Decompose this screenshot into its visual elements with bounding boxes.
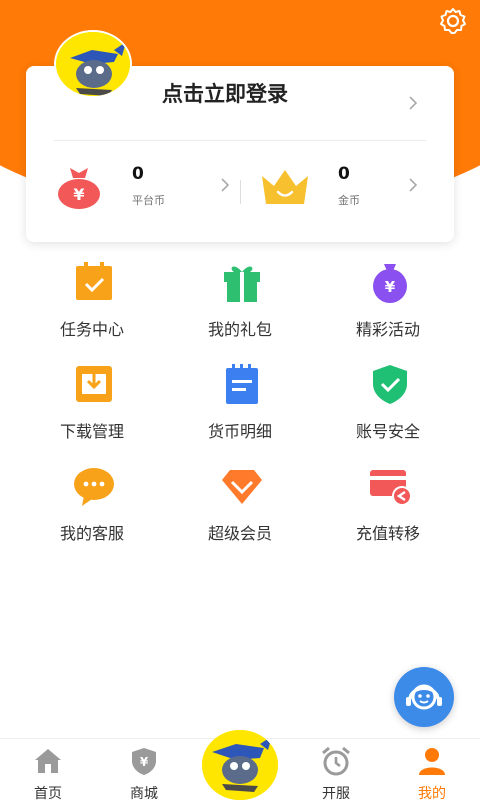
money-bag-icon: ¥ (58, 168, 100, 209)
chevron-right-icon (409, 178, 418, 192)
card-divider (54, 140, 426, 141)
svg-text:¥: ¥ (140, 755, 149, 769)
platform-coin-value: 0 (132, 164, 144, 184)
menu-item-label: 下载管理 (59, 422, 124, 441)
menu-item-label: 任务中心 (59, 320, 124, 339)
menu-item-label: 我的客服 (59, 524, 124, 543)
tab-label: 商城 (130, 786, 158, 800)
profile-page: 点击立即登录 ¥ 0 平台币 0 金币 任务中心 我的礼包 ¥ 精彩活动 下载管… (0, 0, 480, 800)
diamond-icon (222, 470, 262, 504)
menu-item-account-security[interactable]: 账号安全 (318, 360, 458, 452)
menu-item-recharge-transfer[interactable]: 充值转移 (318, 462, 458, 554)
alarm-clock-icon (322, 746, 350, 776)
menu-item-download-manager[interactable]: 下载管理 (22, 360, 162, 452)
menu-item-label: 精彩活动 (355, 320, 420, 339)
gold-coin-item[interactable]: 0 金币 (240, 158, 454, 218)
yen-bag-icon: ¥ (373, 264, 407, 303)
platform-coin-item[interactable]: ¥ 0 平台币 (26, 158, 240, 218)
platform-coin-label: 平台币 (132, 194, 165, 207)
gear-icon[interactable] (438, 6, 468, 36)
customer-service-button[interactable] (394, 667, 454, 727)
gold-coin-value: 0 (338, 164, 350, 184)
card-transfer-icon (370, 470, 412, 506)
menu-item-label: 货币明细 (207, 422, 272, 441)
tab-home[interactable]: 首页 (0, 739, 96, 800)
notepad-icon (226, 364, 258, 404)
menu-item-activities[interactable]: ¥ 精彩活动 (318, 258, 458, 350)
tab-label: 开服 (322, 786, 350, 800)
shop-shield-icon: ¥ (132, 748, 156, 775)
menu-item-super-vip[interactable]: 超级会员 (170, 462, 310, 554)
menu-item-label: 我的礼包 (207, 320, 272, 339)
login-label[interactable]: 点击立即登录 (162, 78, 288, 108)
crown-icon (262, 170, 308, 204)
home-icon (35, 749, 61, 773)
shield-check-icon (373, 365, 407, 404)
center-mascot-button[interactable] (202, 730, 278, 800)
menu-item-currency-details[interactable]: 货币明细 (170, 360, 310, 452)
chevron-right-icon (221, 178, 230, 192)
menu-item-label: 账号安全 (355, 422, 420, 441)
tab-label: 首页 (34, 786, 62, 800)
menu-item-label: 超级会员 (207, 524, 272, 543)
download-box-icon (76, 366, 112, 402)
user-avatar[interactable] (54, 30, 132, 98)
gift-icon (224, 266, 260, 302)
svg-text:¥: ¥ (385, 278, 396, 296)
customer-service-icon (406, 684, 442, 710)
menu-item-my-gifts[interactable]: 我的礼包 (170, 258, 310, 350)
tab-label: 我的 (418, 786, 446, 800)
task-clipboard-icon (76, 262, 112, 300)
tab-shop[interactable]: ¥ 商城 (96, 739, 192, 800)
chevron-right-icon (409, 96, 418, 110)
chat-bubble-icon (74, 468, 114, 506)
menu-item-label: 充值转移 (355, 524, 420, 543)
menu-item-task-center[interactable]: 任务中心 (22, 258, 162, 350)
person-icon (419, 748, 445, 775)
svg-text:¥: ¥ (73, 185, 84, 204)
tab-server-open[interactable]: 开服 (288, 739, 384, 800)
menu-item-customer-service[interactable]: 我的客服 (22, 462, 162, 554)
mascot-center-icon (202, 730, 278, 800)
gold-coin-label: 金币 (338, 194, 360, 207)
tab-mine[interactable]: 我的 (384, 739, 480, 800)
